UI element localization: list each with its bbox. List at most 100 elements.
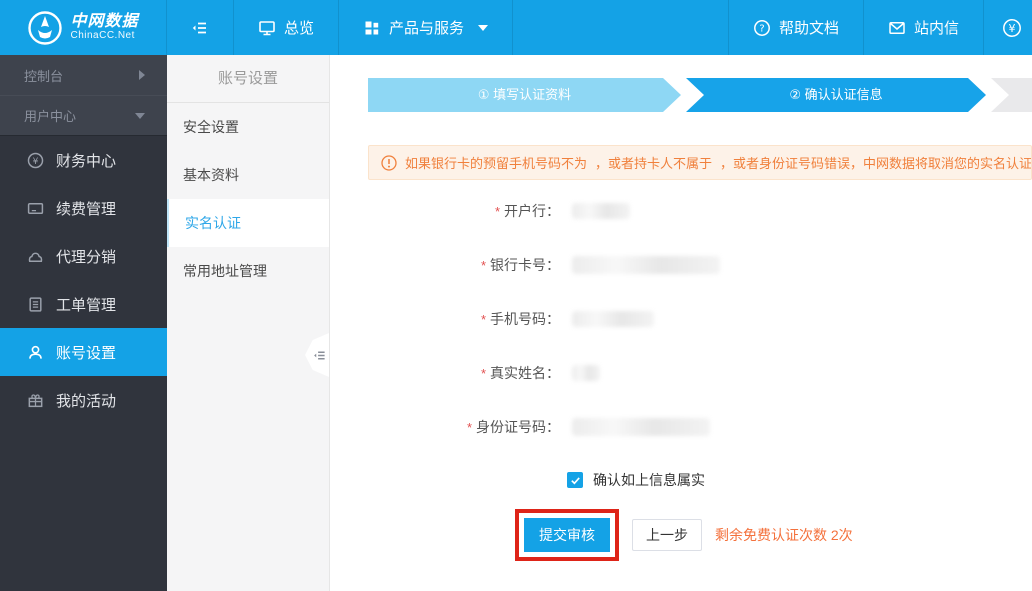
sidebar-group-usercenter-label: 用户中心 — [24, 109, 77, 124]
sidebar-item-label: 续费管理 — [56, 200, 117, 218]
redacted-value-real-name — [572, 365, 600, 381]
subsidebar-collapse-handle[interactable] — [305, 333, 329, 377]
confirm-checkbox[interactable] — [567, 472, 583, 488]
warning-text-part3: ，或者身份证号码错误，中网数据将取消您的实名认证 — [720, 156, 1032, 171]
sidebar-item-tickets[interactable]: 工单管理 — [0, 280, 167, 328]
warning-banner: 如果银行卡的预留手机号码不为 ，或者持卡人不属于 ，或者身份证号码错误，中网数据… — [368, 145, 1032, 180]
warning-text-part1: 如果银行卡的预留手机号码不为 — [405, 156, 588, 171]
field-label: * 开户行： — [494, 203, 560, 219]
check-icon — [570, 476, 580, 484]
red-annotation-box: 提交审核 — [515, 509, 619, 561]
form-actions: 提交审核 上一步 剩余免费认证次数 2次 — [515, 509, 1032, 561]
required-asterisk: * — [480, 312, 486, 327]
collapse-sidebar-icon — [314, 351, 325, 359]
nav-products[interactable]: 产品与服务 — [339, 0, 514, 55]
sidebar-group-console-label: 控制台 — [24, 68, 64, 84]
sidebar-groups: 控制台 用户中心 — [0, 55, 167, 136]
primary-sidebar: 控制台 用户中心 ¥ 财务中心 续费管理 代理分销 工单管理 账号设置 我的活动 — [0, 55, 167, 591]
logo-text: 中网数据 ChinaCC.Net — [70, 12, 139, 41]
ingot-icon — [26, 247, 44, 265]
nav-help-docs[interactable]: ? 帮助文档 — [727, 0, 863, 55]
required-asterisk: * — [480, 366, 486, 381]
subnav-security[interactable]: 安全设置 — [167, 103, 329, 151]
topbar: 中网数据 ChinaCC.Net 总览 产品与服务 ? 帮助文档 站内信 ¥ — [0, 0, 1032, 55]
logo-title: 中网数据 — [70, 12, 139, 30]
warning-icon — [381, 154, 397, 171]
sidebar-group-console[interactable]: 控制台 — [0, 55, 167, 95]
remaining-quota-text: 剩余免费认证次数 2次 — [715, 527, 853, 543]
form-row-card-number: * 银行卡号： — [330, 238, 1032, 292]
nav-balance[interactable]: ¥ — [983, 0, 1032, 55]
confirm-row: 确认如上信息属实 — [567, 472, 1032, 488]
confirm-checkbox-label: 确认如上信息属实 — [593, 472, 705, 488]
redacted-value-card-number — [572, 256, 720, 274]
nav-messages-label: 站内信 — [913, 20, 959, 37]
sidebar-item-label: 账号设置 — [56, 344, 117, 362]
field-label: * 身份证号码： — [466, 419, 560, 435]
app-window: 中网数据 ChinaCC.Net 总览 产品与服务 ? 帮助文档 站内信 ¥ 控… — [0, 0, 1032, 591]
svg-text:?: ? — [759, 23, 764, 34]
brand-logo-icon — [27, 10, 63, 46]
sidebar-collapse-button[interactable] — [167, 0, 234, 55]
card-icon — [26, 199, 44, 217]
nav-messages[interactable]: 站内信 — [862, 0, 983, 55]
nav-overview-label: 总览 — [284, 20, 315, 37]
user-icon — [26, 343, 44, 361]
step-wizard: ① 填写认证资料 ② 确认认证信息 — [368, 78, 1032, 112]
submit-review-button[interactable]: 提交审核 — [524, 518, 610, 552]
subnav-profile[interactable]: 基本资料 — [167, 151, 329, 199]
subnav-realname-verification[interactable]: 实名认证 — [167, 199, 329, 247]
sidebar-item-activities[interactable]: 我的活动 — [0, 376, 167, 424]
sidebar-item-renewal[interactable]: 续费管理 — [0, 184, 167, 232]
monitor-icon — [258, 19, 276, 37]
wizard-step-2: ② 确认认证信息 — [686, 78, 986, 112]
logo-subtitle: ChinaCC.Net — [70, 29, 135, 41]
sidebar-group-usercenter[interactable]: 用户中心 — [0, 95, 167, 135]
sidebar-item-finance[interactable]: ¥ 财务中心 — [0, 136, 167, 184]
yuan-circle-icon: ¥ — [1002, 18, 1022, 38]
document-icon — [26, 295, 44, 313]
field-label: * 手机号码： — [480, 311, 560, 327]
wizard-step-3 — [991, 78, 1032, 112]
grid-icon — [363, 19, 381, 37]
verification-form: *开户行： *银行卡号： *手机号码： *真实姓名： *身份证号码： — [330, 184, 1032, 561]
required-asterisk: * — [480, 258, 486, 273]
sidebar-item-label: 财务中心 — [56, 152, 117, 170]
required-asterisk: * — [494, 204, 500, 219]
form-row-id-number: * 身份证号码： — [330, 400, 1032, 454]
form-row-bank: * 开户行： — [330, 184, 1032, 238]
collapse-menu-icon — [191, 19, 209, 37]
field-label: * 银行卡号： — [480, 257, 560, 273]
sidebar-item-label: 我的活动 — [56, 392, 117, 410]
wizard-step-1: ① 填写认证资料 — [368, 78, 681, 112]
nav-help-label: 帮助文档 — [778, 20, 839, 37]
sidebar-item-agent[interactable]: 代理分销 — [0, 232, 167, 280]
svg-text:¥: ¥ — [1009, 22, 1016, 35]
chevron-down-icon — [135, 112, 145, 119]
sidebar-item-label: 工单管理 — [56, 296, 117, 314]
mail-icon — [888, 19, 906, 37]
redacted-value-phone — [572, 311, 654, 327]
svg-text:¥: ¥ — [32, 157, 38, 167]
subnav-address-management[interactable]: 常用地址管理 — [167, 247, 329, 295]
main-content: ① 填写认证资料 ② 确认认证信息 如果银行卡的预留手机号码不为 ，或者持卡人不… — [330, 55, 1032, 591]
form-row-real-name: * 真实姓名： — [330, 346, 1032, 400]
form-row-phone: * 手机号码： — [330, 292, 1032, 346]
warning-text-part2: ，或者持卡人不属于 — [595, 156, 713, 171]
chevron-down-icon — [478, 24, 489, 31]
previous-step-button[interactable]: 上一步 — [632, 519, 702, 551]
chevron-right-icon — [139, 70, 145, 80]
help-circle-icon: ? — [753, 19, 771, 37]
nav-overview[interactable]: 总览 — [234, 0, 340, 55]
sidebar-item-label: 代理分销 — [56, 248, 117, 266]
secondary-sidebar-title: 账号设置 — [167, 55, 329, 103]
gift-icon — [26, 391, 44, 409]
nav-products-label: 产品与服务 — [389, 20, 465, 37]
redacted-value-bank — [572, 203, 630, 219]
sidebar-item-account-settings[interactable]: 账号设置 — [0, 328, 167, 376]
logo[interactable]: 中网数据 ChinaCC.Net — [0, 0, 167, 55]
secondary-sidebar: 账号设置 安全设置 基本资料 实名认证 常用地址管理 — [167, 55, 330, 591]
field-label: * 真实姓名： — [480, 365, 560, 381]
yuan-circle-icon: ¥ — [26, 151, 44, 169]
